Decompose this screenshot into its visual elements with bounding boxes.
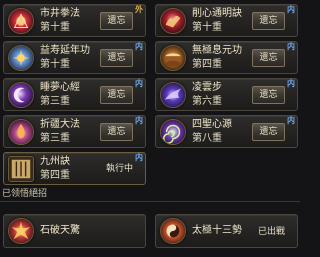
skill-level: 第十重	[40, 22, 70, 33]
forget-button[interactable]: 遗忘	[100, 12, 133, 30]
drum-icon	[160, 45, 186, 71]
skill-level: 第三重	[40, 133, 70, 144]
skill-name: 益寿延年功	[40, 45, 90, 56]
ultimate-name: 石破天驚	[40, 225, 80, 236]
ultimate-card-2[interactable]: 太極十三勢 已出戰	[155, 214, 298, 248]
skill-level: 第四重	[192, 59, 222, 70]
skill-level: 第八重	[192, 133, 222, 144]
skill-type-tag: 外	[135, 5, 143, 14]
moon-icon	[8, 82, 34, 108]
deployed-status: 已出戰	[257, 227, 285, 237]
fist-icon	[8, 8, 34, 34]
wing-icon	[160, 82, 186, 108]
forget-button[interactable]: 遗忘	[100, 49, 133, 67]
forget-button[interactable]: 遗忘	[252, 123, 285, 141]
skill-card-1[interactable]: 市井拳法 第十重 遗忘 外	[3, 4, 146, 37]
burst-icon	[8, 218, 34, 244]
lotus-icon	[8, 45, 34, 71]
skill-card-4[interactable]: 無極息元功 第四重 遗忘 内	[155, 41, 298, 74]
skill-level: 第四重	[40, 170, 70, 181]
forget-button[interactable]: 遗忘	[252, 49, 285, 67]
ultimate-card-1[interactable]: 石破天驚	[3, 214, 146, 248]
section-divider	[0, 201, 300, 202]
skill-level: 第六重	[192, 96, 222, 107]
skill-type-tag: 内	[135, 153, 143, 162]
spiral-icon	[160, 119, 186, 145]
forget-button[interactable]: 遗忘	[252, 86, 285, 104]
flame-icon	[8, 119, 34, 145]
skill-type-tag: 内	[135, 79, 143, 88]
skill-name: 削心通明訣	[192, 8, 242, 19]
skill-name: 凌雲步	[192, 82, 222, 93]
skill-name: 四聖心源	[192, 119, 232, 130]
skill-type-tag: 内	[135, 116, 143, 125]
skill-type-tag: 内	[287, 79, 295, 88]
skill-name: 無極息元功	[192, 45, 242, 56]
skill-name: 睡夢心經	[40, 82, 80, 93]
skill-level: 第十重	[40, 59, 70, 70]
skill-card-7[interactable]: 折疆大法 第三重 遗忘 内	[3, 115, 146, 148]
skill-card-5[interactable]: 睡夢心經 第三重 遗忘 内	[3, 78, 146, 111]
skill-card-6[interactable]: 凌雲步 第六重 遗忘 内	[155, 78, 298, 111]
skill-name: 市井拳法	[40, 8, 80, 19]
scroll-icon	[8, 156, 34, 182]
taiji-icon	[160, 218, 186, 244]
skill-name: 折疆大法	[40, 119, 80, 130]
skill-level: 第三重	[40, 96, 70, 107]
forget-button[interactable]: 遗忘	[100, 123, 133, 141]
skill-type-tag: 内	[287, 5, 295, 14]
skill-card-8[interactable]: 四聖心源 第八重 遗忘 内	[155, 115, 298, 148]
ultimates-section-title: 已领悟絕招	[2, 189, 48, 199]
skill-type-tag: 内	[287, 42, 295, 51]
skill-type-tag: 内	[287, 116, 295, 125]
skill-name: 九州訣	[40, 156, 70, 167]
skill-card-9[interactable]: 九州訣 第四重 執行中 内	[3, 152, 146, 185]
ultimate-name: 太極十三勢	[192, 225, 242, 236]
forget-button[interactable]: 遗忘	[252, 12, 285, 30]
skill-level: 第十重	[192, 22, 222, 33]
running-status: 執行中	[105, 164, 133, 174]
skill-card-3[interactable]: 益寿延年功 第十重 遗忘 内	[3, 41, 146, 74]
skill-type-tag: 内	[135, 42, 143, 51]
forget-button[interactable]: 遗忘	[100, 86, 133, 104]
phoenix-icon	[160, 8, 186, 34]
martial-arts-panel: 市井拳法 第十重 遗忘 外 削心通明訣 第十重 遗忘 内 益寿延年功 第十重 遗…	[0, 0, 300, 257]
skill-card-2[interactable]: 削心通明訣 第十重 遗忘 内	[155, 4, 298, 37]
